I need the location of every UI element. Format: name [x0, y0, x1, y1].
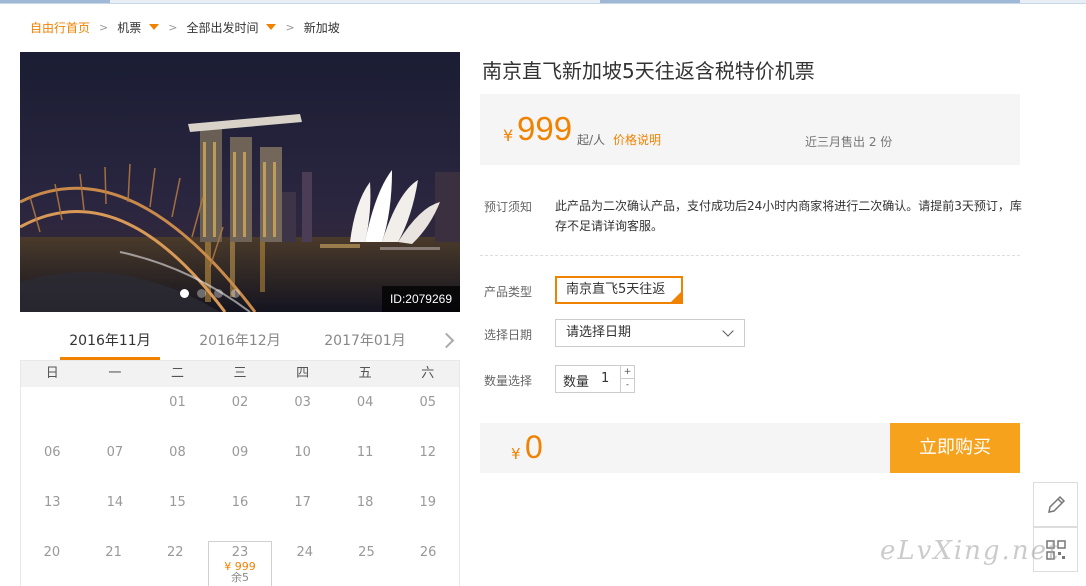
calendar-week-row: 06 07 08 09 10 11 12: [21, 437, 459, 487]
breadcrumb-separator-icon: >: [168, 20, 178, 34]
slide-dot-3[interactable]: [214, 289, 223, 298]
breadcrumb-separator-icon: >: [99, 20, 109, 34]
product-title: 南京直飞新加坡5天往返含税特价机票: [482, 59, 815, 83]
calendar-week-row: 20 21 22 23 ¥ 999 余5 24 25 26: [21, 537, 459, 586]
calendar-day: 26: [419, 545, 437, 560]
breadcrumb-home-link[interactable]: 自由行首页: [30, 19, 90, 36]
slide-dot-4[interactable]: [231, 289, 240, 298]
watermark: eLvXing.net: [880, 536, 1061, 566]
selected-check-icon: ✓: [671, 292, 681, 302]
photo-id-badge: ID:2079269: [381, 286, 460, 312]
tab-month-3[interactable]: 2017年01月: [315, 326, 415, 360]
product-type-option[interactable]: 南京直飞5天往返 ✓: [555, 276, 683, 304]
calendar-day: 20: [43, 545, 61, 560]
quantity-value[interactable]: 1: [601, 371, 609, 386]
calendar-day-number: 23: [231, 545, 249, 560]
slide-indicator: [180, 289, 240, 298]
calendar-day: 18: [356, 495, 374, 510]
total-currency-symbol: ¥: [511, 445, 521, 463]
calendar-day: [21, 387, 84, 437]
price-value: 999: [517, 110, 573, 147]
calendar-day: 17: [294, 495, 311, 510]
weekday-label: 六: [421, 366, 435, 381]
chevron-right-icon[interactable]: [438, 332, 455, 349]
calendar-weekday-header: 日 一 二 三 四 五 六: [21, 361, 459, 387]
weekday-label: 日: [45, 366, 59, 381]
breadcrumb: 自由行首页 > 机票 > 全部出发时间 > 新加坡: [30, 18, 340, 36]
calendar-day: 21: [105, 545, 122, 560]
calendar-day: 15: [169, 495, 186, 510]
caret-down-icon[interactable]: [149, 24, 160, 30]
price-note-link[interactable]: 价格说明: [613, 131, 661, 148]
calendar-day: 14: [106, 495, 124, 510]
currency-symbol: ¥: [503, 126, 514, 145]
calendar-day: 12: [419, 445, 437, 460]
slide-dot-1[interactable]: [180, 289, 189, 298]
sold-count: 近三月售出 2 份: [805, 135, 893, 149]
weekday-label: 二: [170, 366, 184, 381]
calendar-day: 05: [419, 395, 437, 410]
calendar-day: 01: [169, 395, 186, 410]
browser-top-strip: [0, 0, 1086, 4]
calendar-day: 07: [106, 445, 124, 460]
calendar-day: [84, 387, 147, 437]
quantity-label: 数量选择: [484, 374, 533, 388]
buy-now-button[interactable]: 立即购买: [890, 423, 1020, 473]
tab-month-1[interactable]: 2016年11月: [60, 326, 160, 360]
calendar-day: 11: [356, 445, 374, 460]
calendar-day: 24: [296, 545, 313, 560]
tab-month-2[interactable]: 2016年12月: [190, 326, 290, 360]
notice-text: 此产品为二次确认产品，支付成功后24小时内商家将进行二次确认。请提前3天预订，库…: [555, 199, 1022, 233]
date-label: 选择日期: [484, 328, 533, 342]
calendar-day-available[interactable]: 23 ¥ 999 余5: [208, 541, 272, 586]
chevron-down-icon: [722, 325, 734, 337]
calendar-day-remaining: 余5: [231, 571, 250, 584]
price-unit: 起/人: [577, 133, 606, 147]
breadcrumb-destination: 新加坡: [303, 20, 340, 35]
quantity-stepper: 数量 1 + -: [555, 365, 635, 393]
weekday-label: 四: [296, 366, 310, 381]
product-type-value: 南京直飞5天往返: [566, 282, 666, 297]
calendar: 日 一 二 三 四 五 六 01 02 03 04 05 06 07 08 09…: [20, 360, 460, 586]
price-panel: ¥ 999 起/人 价格说明 近三月售出 2 份: [480, 94, 1020, 165]
calendar-week-row: 13 14 15 16 17 18 19: [21, 487, 459, 537]
date-select[interactable]: 请选择日期: [555, 319, 745, 347]
breadcrumb-flights-link[interactable]: 机票: [117, 19, 141, 36]
calendar-day: 22: [167, 545, 184, 560]
total-value: 0: [525, 429, 543, 465]
calendar-day: 08: [169, 445, 186, 460]
slide-dot-2[interactable]: [197, 289, 206, 298]
calendar-day: 25: [358, 545, 375, 560]
breadcrumb-departure-link[interactable]: 全部出发时间: [186, 19, 258, 36]
total-bar: ¥ 0: [480, 423, 890, 473]
quantity-inner-label: 数量: [563, 375, 590, 390]
singapore-skyline-image: [20, 52, 460, 312]
calendar-day: 04: [356, 395, 374, 410]
weekday-label: 五: [358, 366, 372, 381]
weekday-label: 一: [108, 366, 122, 381]
quantity-minus-button[interactable]: -: [620, 379, 634, 392]
breadcrumb-separator-icon: >: [285, 20, 295, 34]
notice-label: 预订须知: [484, 200, 533, 214]
calendar-day: 06: [44, 445, 61, 460]
pencil-icon: [1047, 495, 1065, 513]
type-label: 产品类型: [484, 285, 533, 299]
divider: [480, 255, 1020, 256]
quantity-plus-button[interactable]: +: [620, 366, 634, 379]
calendar-day: 03: [294, 395, 311, 410]
date-select-value: 请选择日期: [566, 325, 632, 340]
product-photo[interactable]: ID:2079269: [20, 52, 460, 312]
feedback-button[interactable]: [1033, 482, 1078, 527]
month-tabs: 2016年11月 2016年12月 2017年01月: [20, 326, 460, 360]
calendar-day: 13: [44, 495, 61, 510]
calendar-day: 19: [419, 495, 437, 510]
calendar-day: 16: [231, 495, 249, 510]
calendar-week-row: 01 02 03 04 05: [21, 387, 459, 437]
calendar-day: 10: [294, 445, 311, 460]
calendar-day: 09: [231, 445, 249, 460]
calendar-day: 02: [231, 395, 249, 410]
caret-down-icon[interactable]: [266, 24, 277, 30]
weekday-label: 三: [233, 366, 247, 381]
